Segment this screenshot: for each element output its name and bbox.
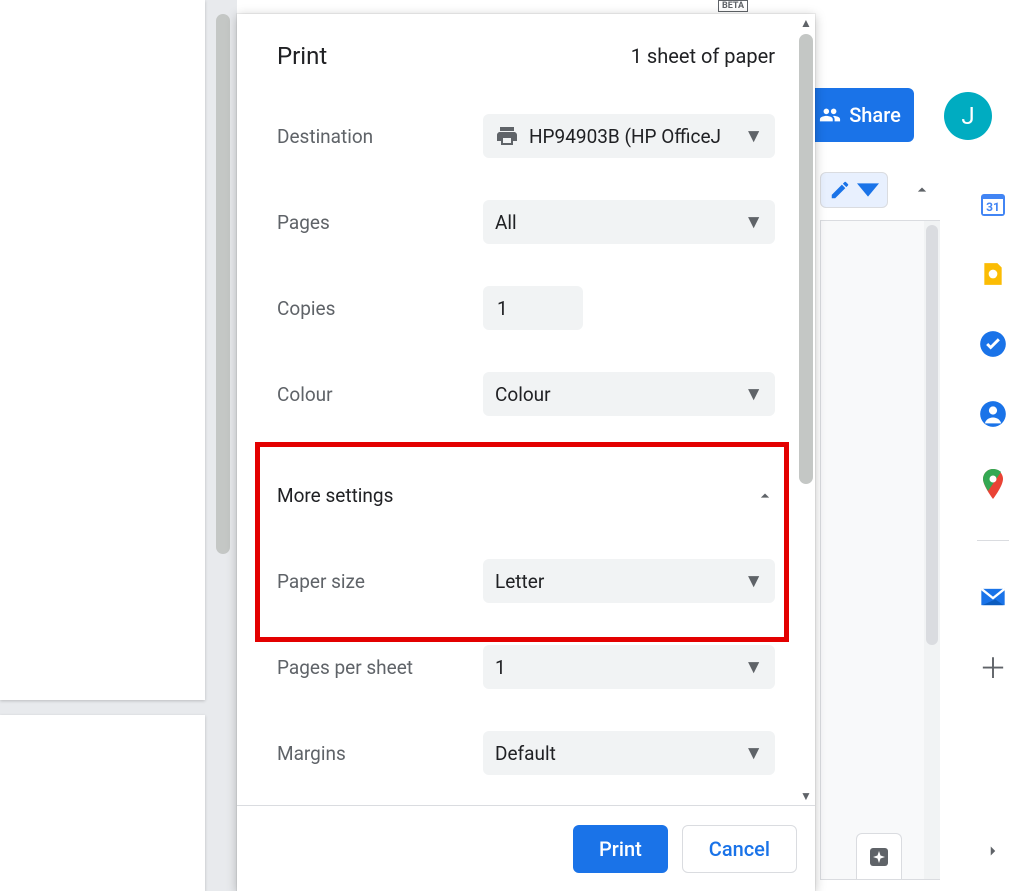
scroll-up-arrow[interactable]: ▲ bbox=[797, 14, 815, 32]
paper-size-label: Paper size bbox=[277, 570, 467, 593]
destination-select[interactable]: HP94903B (HP OfficeJ ▼ bbox=[483, 114, 775, 158]
paper-size-select[interactable]: Letter ▼ bbox=[483, 559, 775, 603]
share-button[interactable]: Share bbox=[806, 88, 914, 142]
sheet-count: 1 sheet of paper bbox=[631, 44, 775, 68]
cancel-button-label: Cancel bbox=[709, 837, 770, 861]
preview-page[interactable] bbox=[0, 0, 205, 700]
margins-select[interactable]: Default ▼ bbox=[483, 731, 775, 775]
colour-label: Colour bbox=[277, 383, 467, 406]
chevron-up-icon bbox=[912, 180, 932, 200]
beta-badge: BETA bbox=[718, 0, 748, 12]
more-settings-label: More settings bbox=[277, 484, 393, 507]
paper-size-value: Letter bbox=[495, 570, 544, 593]
copies-label: Copies bbox=[277, 297, 467, 320]
toolbar-right bbox=[820, 170, 942, 210]
maps-icon[interactable] bbox=[979, 470, 1007, 498]
preview-scrollbar-thumb[interactable] bbox=[216, 14, 230, 554]
people-icon bbox=[819, 104, 841, 126]
preview-page[interactable] bbox=[0, 715, 205, 891]
cancel-button[interactable]: Cancel bbox=[682, 825, 797, 873]
side-panel-separator bbox=[977, 540, 1009, 541]
dialog-scrollbar-thumb[interactable] bbox=[799, 34, 813, 484]
pages-per-sheet-label: Pages per sheet bbox=[277, 656, 467, 679]
copies-value: 1 bbox=[497, 297, 508, 320]
destination-value: HP94903B (HP OfficeJ bbox=[529, 125, 763, 148]
pages-per-sheet-value: 1 bbox=[495, 656, 506, 679]
colour-select[interactable]: Colour ▼ bbox=[483, 372, 775, 416]
caret-down-icon: ▼ bbox=[744, 124, 763, 148]
mail-addon-icon[interactable] bbox=[979, 583, 1007, 611]
side-panel-collapse-button[interactable] bbox=[975, 833, 1011, 869]
explore-icon bbox=[867, 845, 891, 869]
caret-down-icon: ▼ bbox=[744, 210, 763, 234]
dialog-footer: Print Cancel bbox=[237, 805, 815, 891]
print-dialog: Print 1 sheet of paper Destination HP949… bbox=[237, 14, 815, 891]
destination-label: Destination bbox=[277, 125, 467, 148]
scroll-down-arrow[interactable]: ▼ bbox=[797, 787, 815, 805]
add-addon-button[interactable]: ＋ bbox=[979, 653, 1007, 681]
caret-down-icon: ▼ bbox=[744, 569, 763, 593]
editing-mode-dropdown[interactable] bbox=[820, 172, 888, 208]
avatar[interactable]: J bbox=[944, 92, 992, 140]
caret-down-icon bbox=[857, 179, 879, 201]
dialog-scrollbar: ▲ ▼ bbox=[797, 14, 815, 805]
contacts-icon[interactable] bbox=[979, 400, 1007, 428]
side-panel: 31 ＋ bbox=[963, 180, 1023, 681]
pages-value: All bbox=[495, 211, 517, 234]
margins-value: Default bbox=[495, 742, 556, 765]
margins-label: Margins bbox=[277, 742, 467, 765]
print-dialog-body: Print 1 sheet of paper Destination HP949… bbox=[237, 14, 815, 805]
document-canvas bbox=[820, 220, 940, 880]
caret-down-icon: ▼ bbox=[744, 741, 763, 765]
pages-label: Pages bbox=[277, 211, 467, 234]
explore-button[interactable] bbox=[856, 833, 902, 879]
chevron-right-icon bbox=[984, 842, 1002, 860]
keep-icon[interactable] bbox=[979, 260, 1007, 288]
dialog-title: Print bbox=[277, 42, 327, 70]
avatar-initial: J bbox=[961, 102, 974, 130]
print-preview-pane bbox=[0, 0, 237, 891]
copies-input[interactable]: 1 bbox=[483, 286, 583, 330]
tasks-icon[interactable] bbox=[979, 330, 1007, 358]
collapse-toolbar-button[interactable] bbox=[902, 170, 942, 210]
share-button-label: Share bbox=[849, 103, 901, 127]
colour-value: Colour bbox=[495, 383, 551, 406]
printer-icon bbox=[495, 124, 519, 148]
more-settings-toggle[interactable]: More settings bbox=[277, 458, 775, 533]
chevron-up-icon bbox=[755, 486, 775, 506]
calendar-icon[interactable]: 31 bbox=[979, 190, 1007, 218]
print-button-label: Print bbox=[599, 837, 642, 861]
caret-down-icon: ▼ bbox=[744, 655, 763, 679]
svg-text:31: 31 bbox=[986, 200, 1000, 214]
caret-down-icon: ▼ bbox=[744, 382, 763, 406]
pages-select[interactable]: All ▼ bbox=[483, 200, 775, 244]
print-button[interactable]: Print bbox=[573, 825, 668, 873]
pages-per-sheet-select[interactable]: 1 ▼ bbox=[483, 645, 775, 689]
document-scrollbar-thumb[interactable] bbox=[926, 225, 938, 645]
pencil-icon bbox=[829, 179, 851, 201]
